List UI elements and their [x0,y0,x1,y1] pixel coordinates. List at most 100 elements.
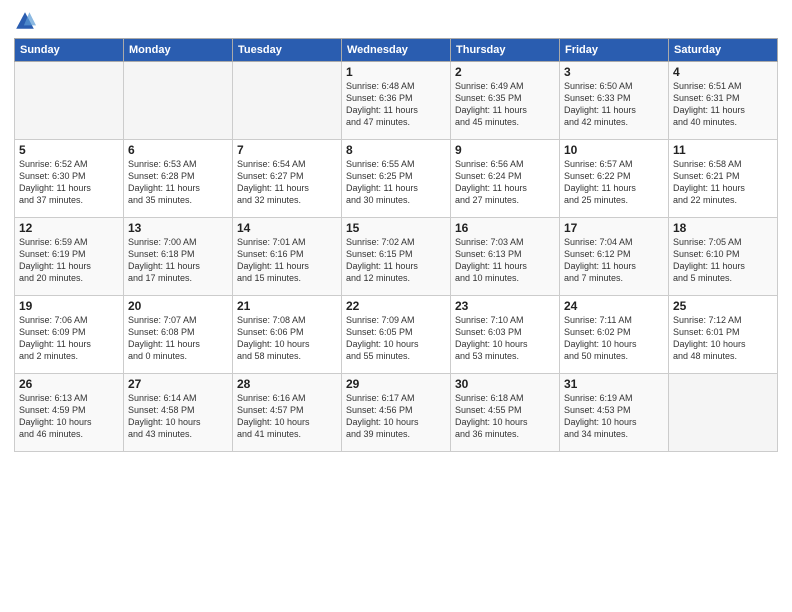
day-info: Sunrise: 6:49 AM Sunset: 6:35 PM Dayligh… [455,80,555,129]
day-info: Sunrise: 6:56 AM Sunset: 6:24 PM Dayligh… [455,158,555,207]
day-info: Sunrise: 6:19 AM Sunset: 4:53 PM Dayligh… [564,392,664,441]
logo [14,10,40,32]
calendar-cell: 29Sunrise: 6:17 AM Sunset: 4:56 PM Dayli… [342,374,451,452]
day-info: Sunrise: 6:52 AM Sunset: 6:30 PM Dayligh… [19,158,119,207]
calendar-cell: 20Sunrise: 7:07 AM Sunset: 6:08 PM Dayli… [124,296,233,374]
day-number: 23 [455,299,555,313]
calendar-cell: 2Sunrise: 6:49 AM Sunset: 6:35 PM Daylig… [451,62,560,140]
day-info: Sunrise: 7:11 AM Sunset: 6:02 PM Dayligh… [564,314,664,363]
logo-icon [14,10,36,32]
day-number: 3 [564,65,664,79]
day-number: 15 [346,221,446,235]
day-info: Sunrise: 7:10 AM Sunset: 6:03 PM Dayligh… [455,314,555,363]
day-number: 28 [237,377,337,391]
day-info: Sunrise: 7:02 AM Sunset: 6:15 PM Dayligh… [346,236,446,285]
day-info: Sunrise: 7:06 AM Sunset: 6:09 PM Dayligh… [19,314,119,363]
calendar-cell [124,62,233,140]
day-number: 29 [346,377,446,391]
calendar-cell: 11Sunrise: 6:58 AM Sunset: 6:21 PM Dayli… [669,140,778,218]
page: SundayMondayTuesdayWednesdayThursdayFrid… [0,0,792,612]
weekday-header-thursday: Thursday [451,39,560,62]
day-number: 22 [346,299,446,313]
day-number: 8 [346,143,446,157]
day-info: Sunrise: 7:03 AM Sunset: 6:13 PM Dayligh… [455,236,555,285]
day-info: Sunrise: 6:59 AM Sunset: 6:19 PM Dayligh… [19,236,119,285]
day-number: 24 [564,299,664,313]
day-info: Sunrise: 7:00 AM Sunset: 6:18 PM Dayligh… [128,236,228,285]
calendar-cell: 17Sunrise: 7:04 AM Sunset: 6:12 PM Dayli… [560,218,669,296]
calendar-cell: 15Sunrise: 7:02 AM Sunset: 6:15 PM Dayli… [342,218,451,296]
day-number: 9 [455,143,555,157]
day-number: 30 [455,377,555,391]
calendar-cell: 10Sunrise: 6:57 AM Sunset: 6:22 PM Dayli… [560,140,669,218]
calendar-cell: 16Sunrise: 7:03 AM Sunset: 6:13 PM Dayli… [451,218,560,296]
calendar-cell: 14Sunrise: 7:01 AM Sunset: 6:16 PM Dayli… [233,218,342,296]
day-number: 26 [19,377,119,391]
day-number: 14 [237,221,337,235]
calendar-table: SundayMondayTuesdayWednesdayThursdayFrid… [14,38,778,452]
day-info: Sunrise: 6:57 AM Sunset: 6:22 PM Dayligh… [564,158,664,207]
day-number: 18 [673,221,773,235]
day-info: Sunrise: 6:58 AM Sunset: 6:21 PM Dayligh… [673,158,773,207]
calendar-cell: 12Sunrise: 6:59 AM Sunset: 6:19 PM Dayli… [15,218,124,296]
day-number: 16 [455,221,555,235]
calendar-cell: 6Sunrise: 6:53 AM Sunset: 6:28 PM Daylig… [124,140,233,218]
day-number: 19 [19,299,119,313]
calendar-cell: 13Sunrise: 7:00 AM Sunset: 6:18 PM Dayli… [124,218,233,296]
weekday-header-friday: Friday [560,39,669,62]
calendar-week-row: 19Sunrise: 7:06 AM Sunset: 6:09 PM Dayli… [15,296,778,374]
calendar-cell: 5Sunrise: 6:52 AM Sunset: 6:30 PM Daylig… [15,140,124,218]
day-number: 4 [673,65,773,79]
calendar-cell: 19Sunrise: 7:06 AM Sunset: 6:09 PM Dayli… [15,296,124,374]
weekday-header-wednesday: Wednesday [342,39,451,62]
day-number: 2 [455,65,555,79]
calendar-cell: 23Sunrise: 7:10 AM Sunset: 6:03 PM Dayli… [451,296,560,374]
calendar-cell: 21Sunrise: 7:08 AM Sunset: 6:06 PM Dayli… [233,296,342,374]
calendar-cell: 28Sunrise: 6:16 AM Sunset: 4:57 PM Dayli… [233,374,342,452]
calendar-cell: 3Sunrise: 6:50 AM Sunset: 6:33 PM Daylig… [560,62,669,140]
calendar-cell [233,62,342,140]
day-number: 10 [564,143,664,157]
day-info: Sunrise: 6:18 AM Sunset: 4:55 PM Dayligh… [455,392,555,441]
day-number: 25 [673,299,773,313]
day-info: Sunrise: 6:17 AM Sunset: 4:56 PM Dayligh… [346,392,446,441]
weekday-header-saturday: Saturday [669,39,778,62]
day-number: 12 [19,221,119,235]
day-info: Sunrise: 7:12 AM Sunset: 6:01 PM Dayligh… [673,314,773,363]
weekday-header-monday: Monday [124,39,233,62]
day-number: 13 [128,221,228,235]
calendar-header: SundayMondayTuesdayWednesdayThursdayFrid… [15,39,778,62]
day-info: Sunrise: 7:01 AM Sunset: 6:16 PM Dayligh… [237,236,337,285]
day-info: Sunrise: 7:09 AM Sunset: 6:05 PM Dayligh… [346,314,446,363]
calendar-cell: 26Sunrise: 6:13 AM Sunset: 4:59 PM Dayli… [15,374,124,452]
day-info: Sunrise: 6:48 AM Sunset: 6:36 PM Dayligh… [346,80,446,129]
weekday-header-sunday: Sunday [15,39,124,62]
day-number: 7 [237,143,337,157]
calendar-cell: 27Sunrise: 6:14 AM Sunset: 4:58 PM Dayli… [124,374,233,452]
day-info: Sunrise: 6:16 AM Sunset: 4:57 PM Dayligh… [237,392,337,441]
calendar-cell [669,374,778,452]
weekday-header-tuesday: Tuesday [233,39,342,62]
day-info: Sunrise: 6:13 AM Sunset: 4:59 PM Dayligh… [19,392,119,441]
calendar-cell: 18Sunrise: 7:05 AM Sunset: 6:10 PM Dayli… [669,218,778,296]
weekday-header-row: SundayMondayTuesdayWednesdayThursdayFrid… [15,39,778,62]
day-info: Sunrise: 6:53 AM Sunset: 6:28 PM Dayligh… [128,158,228,207]
calendar-cell [15,62,124,140]
day-info: Sunrise: 7:07 AM Sunset: 6:08 PM Dayligh… [128,314,228,363]
calendar-week-row: 1Sunrise: 6:48 AM Sunset: 6:36 PM Daylig… [15,62,778,140]
calendar-cell: 8Sunrise: 6:55 AM Sunset: 6:25 PM Daylig… [342,140,451,218]
calendar-cell: 7Sunrise: 6:54 AM Sunset: 6:27 PM Daylig… [233,140,342,218]
day-info: Sunrise: 6:55 AM Sunset: 6:25 PM Dayligh… [346,158,446,207]
calendar-week-row: 26Sunrise: 6:13 AM Sunset: 4:59 PM Dayli… [15,374,778,452]
calendar-body: 1Sunrise: 6:48 AM Sunset: 6:36 PM Daylig… [15,62,778,452]
header [14,10,778,32]
day-number: 27 [128,377,228,391]
calendar-cell: 25Sunrise: 7:12 AM Sunset: 6:01 PM Dayli… [669,296,778,374]
day-number: 5 [19,143,119,157]
day-number: 11 [673,143,773,157]
calendar-week-row: 5Sunrise: 6:52 AM Sunset: 6:30 PM Daylig… [15,140,778,218]
day-number: 31 [564,377,664,391]
calendar-cell: 30Sunrise: 6:18 AM Sunset: 4:55 PM Dayli… [451,374,560,452]
calendar-cell: 22Sunrise: 7:09 AM Sunset: 6:05 PM Dayli… [342,296,451,374]
day-number: 6 [128,143,228,157]
